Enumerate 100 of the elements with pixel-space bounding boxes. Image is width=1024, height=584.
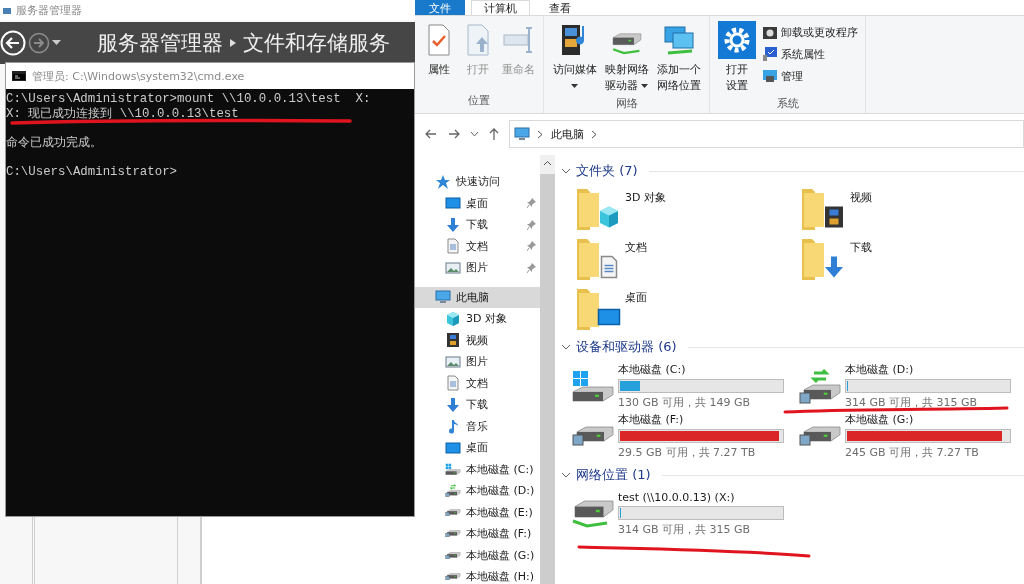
drive-icon <box>571 426 615 446</box>
breadcrumb-item[interactable]: 文件和存储服务 <box>243 29 390 57</box>
nav-item[interactable]: 桌面 <box>415 437 540 459</box>
free-space-text: 130 GB 可用，共 149 GB <box>618 395 752 410</box>
ribbon-button[interactable]: 属性 <box>420 19 458 93</box>
down-arrow-icon <box>445 396 461 413</box>
section-heading: 网络位置 (1) <box>576 466 651 484</box>
document-icon <box>445 375 461 392</box>
nav-item[interactable]: 文档 <box>415 372 540 394</box>
cube-icon <box>445 310 461 327</box>
scroll-up-button[interactable] <box>543 160 552 166</box>
nav-item[interactable]: 本地磁盘 (C:) <box>415 458 540 480</box>
nav-item[interactable]: 本地磁盘 (H:) <box>415 566 540 584</box>
drive-name[interactable]: 本地磁盘 (C:) <box>618 362 784 377</box>
nav-item[interactable]: 此电脑 <box>415 286 540 308</box>
ribbon-button[interactable]: 系统属性 <box>760 45 861 63</box>
ribbon-button[interactable]: 添加一个网络位置 <box>653 19 705 96</box>
ribbon-button[interactable]: 打开设置 <box>715 19 760 96</box>
free-space-text: 314 GB 可用，共 315 GB <box>618 522 752 537</box>
nav-item[interactable]: 快速访问 <box>415 171 540 193</box>
nav-item[interactable]: 视频 <box>415 329 540 351</box>
network-drive-icon <box>571 500 615 528</box>
section-heading: 文件夹 (7) <box>576 162 638 180</box>
computer-icon <box>514 126 530 142</box>
drive-icon <box>445 484 461 498</box>
down-arrow-icon <box>445 216 461 233</box>
drive-icon <box>798 368 842 404</box>
folder-name[interactable]: 文档 <box>625 237 647 255</box>
folder-name[interactable]: 视频 <box>850 187 872 205</box>
star-icon <box>435 173 451 190</box>
nav-item[interactable]: 本地磁盘 (G:) <box>415 544 540 566</box>
ribbon-button[interactable]: 管理 <box>760 67 861 85</box>
ribbon-button[interactable]: 映射网络驱动器 <box>601 19 653 96</box>
nav-item[interactable]: 图片 <box>415 351 540 373</box>
address-bar[interactable]: 此电脑 <box>509 120 1024 148</box>
up-button[interactable] <box>489 128 499 140</box>
nav-item[interactable]: 下载 <box>415 214 540 236</box>
drive-icon <box>445 530 461 538</box>
monitor-icon <box>445 439 461 456</box>
folder-icon <box>575 287 621 331</box>
chevron-icon <box>591 129 598 139</box>
console-line: C:\Users\Administrator>mount \\10.0.0.13\test X: <box>6 92 372 107</box>
separator-icon <box>229 38 237 48</box>
folder-name[interactable]: 3D 对象 <box>625 187 666 205</box>
ribbon-tab[interactable]: 计算机 <box>471 0 530 15</box>
chevron-icon <box>537 129 544 139</box>
forward-button[interactable] <box>448 129 460 139</box>
document-icon <box>445 238 461 255</box>
address-segment[interactable]: 此电脑 <box>551 126 584 142</box>
drive-icon <box>445 508 461 516</box>
back-button[interactable] <box>425 129 437 139</box>
nav-item[interactable]: 音乐 <box>415 415 540 437</box>
console-line: X: 现已成功连接到 \\10.0.0.13\test <box>6 106 240 121</box>
drive-name[interactable]: 本地磁盘 (G:) <box>845 412 1011 427</box>
console-icon <box>12 71 26 81</box>
dropdown-icon[interactable] <box>52 40 61 46</box>
computer-icon <box>435 289 451 306</box>
program-icon <box>762 24 779 40</box>
window-title: 管理员: C:\Windows\system32\cmd.exe <box>32 68 245 84</box>
nav-item[interactable]: 3D 对象 <box>415 308 540 330</box>
nav-item[interactable]: 图片 <box>415 257 540 279</box>
drive-name[interactable]: 本地磁盘 (D:) <box>845 362 1011 377</box>
film-icon <box>445 332 461 349</box>
drive-icon <box>571 369 615 403</box>
free-space-text: 29.5 GB 可用，共 7.27 TB <box>618 445 757 460</box>
drive-icon <box>445 463 461 476</box>
ribbon-button[interactable]: 访问媒体 <box>549 19 601 96</box>
settings-icon <box>718 21 757 59</box>
nav-item[interactable]: 下载 <box>415 394 540 416</box>
app-icon <box>2 5 12 15</box>
drive-icon <box>798 426 842 446</box>
nav-item[interactable]: 文档 <box>415 235 540 257</box>
picture-icon <box>445 259 461 276</box>
nav-item[interactable]: 本地磁盘 (F:) <box>415 523 540 545</box>
monitors-icon <box>661 23 696 57</box>
free-space-text: 245 GB 可用，共 7.27 TB <box>845 445 980 460</box>
section-heading: 设备和驱动器 (6) <box>576 338 677 356</box>
group-label: 位置 <box>467 93 491 109</box>
drive-icon <box>445 551 461 559</box>
recent-locations-button[interactable] <box>471 131 478 137</box>
drive-name[interactable]: 本地磁盘 (F:) <box>618 412 784 427</box>
picture-icon <box>445 353 461 370</box>
drive-name[interactable]: test (\\10.0.0.13) (X:) <box>618 491 784 504</box>
folder-name[interactable]: 桌面 <box>625 287 647 305</box>
nav-item[interactable]: 本地磁盘 (D:) <box>415 480 540 502</box>
folder-icon <box>800 187 846 231</box>
ribbon-button[interactable]: 卸载或更改程序 <box>760 23 861 41</box>
nav-item[interactable]: 本地磁盘 (E:) <box>415 501 540 523</box>
ribbon-tab[interactable]: 文件 <box>415 0 465 15</box>
free-space-text: 314 GB 可用，共 315 GB <box>845 395 979 410</box>
drive-icon <box>445 573 461 581</box>
folder-icon <box>800 237 846 281</box>
folder-icon <box>575 187 621 231</box>
computer-icon <box>762 68 779 84</box>
monitor-icon <box>445 195 461 212</box>
folder-name[interactable]: 下载 <box>850 237 872 255</box>
breadcrumb-item[interactable]: 服务器管理器 <box>97 29 223 57</box>
console-line: 命令已成功完成。 <box>6 135 103 150</box>
nav-item[interactable]: 桌面 <box>415 192 540 214</box>
group-label: 系统 <box>775 96 800 112</box>
